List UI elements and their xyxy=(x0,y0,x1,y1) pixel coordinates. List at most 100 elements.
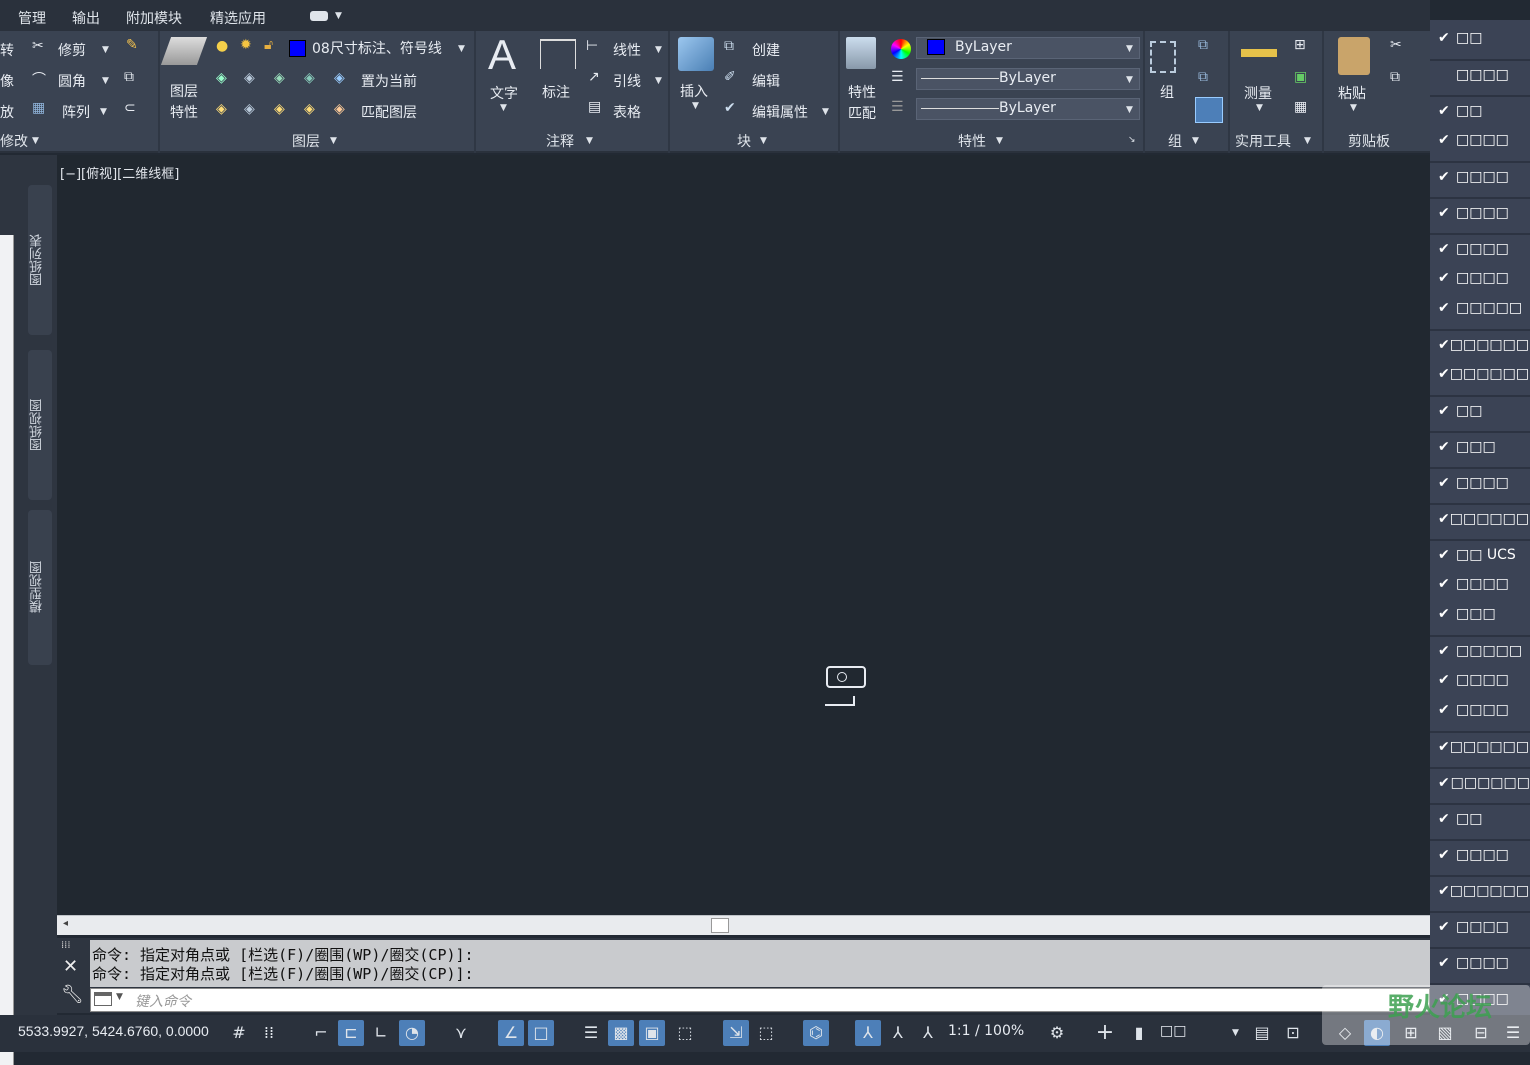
paste-button[interactable]: 粘贴 xyxy=(1338,83,1366,103)
menu-item[interactable]: ✔ □□□□ xyxy=(1430,467,1530,497)
panel-label-modify[interactable]: 修改 xyxy=(0,131,28,151)
dimension-button[interactable]: 标注 xyxy=(542,82,570,102)
scroll-left-icon[interactable]: ◂ xyxy=(63,918,68,929)
chevron-down-icon[interactable]: ▼ xyxy=(335,11,342,21)
chevron-down-icon[interactable]: ▼ xyxy=(458,44,465,54)
menu-item[interactable]: ✔□□□□□□□ xyxy=(1430,329,1530,359)
text-icon[interactable]: A xyxy=(488,31,516,79)
close-icon[interactable]: ✕ xyxy=(63,956,78,977)
paste-clipboard-icon[interactable] xyxy=(1338,37,1370,75)
match-layer-icon[interactable]: ◈ xyxy=(334,101,345,117)
gizmo-icon[interactable]: ⌬ xyxy=(803,1020,829,1046)
chevron-down-icon[interactable]: ▼ xyxy=(655,45,662,55)
menu-item[interactable]: ✔□□□□□□□ xyxy=(1430,731,1530,761)
erase-icon[interactable]: ✎ xyxy=(126,37,138,53)
edit-attribute-button[interactable]: 编辑属性 xyxy=(752,102,808,122)
panel-label-clipboard[interactable]: 剪贴板 xyxy=(1348,131,1390,151)
rotate-button[interactable]: 转 xyxy=(0,40,14,60)
chevron-down-icon[interactable]: ▼ xyxy=(330,136,337,146)
panel-label-annotation[interactable]: 注释 xyxy=(546,131,574,151)
group-button[interactable]: 组 xyxy=(1160,82,1174,102)
viewport-controls[interactable]: [−][俯视][二维线框] xyxy=(60,163,179,182)
layer-properties-icon[interactable] xyxy=(160,37,208,65)
annotation-scale-dropdown[interactable]: 1:1 / 100% xyxy=(948,1023,1024,1039)
menu-item[interactable]: ✔ □□ xyxy=(1430,95,1530,125)
menu-item[interactable]: ✔□□□□□□□ xyxy=(1430,503,1530,533)
chevron-down-icon[interactable]: ▼ xyxy=(996,136,1003,146)
color-dropdown[interactable]: ByLayer xyxy=(916,37,1140,59)
panel-label-utilities[interactable]: 实用工具 xyxy=(1235,131,1291,151)
sun-icon[interactable]: ✹ xyxy=(240,37,252,53)
chevron-down-icon[interactable]: ▼ xyxy=(760,136,767,146)
measure-button[interactable]: 测量 xyxy=(1244,83,1272,103)
panel-label-properties[interactable]: 特性 xyxy=(958,131,986,151)
chevron-down-icon[interactable]: ▼ xyxy=(1232,1028,1239,1038)
panel-label-block[interactable]: 块 xyxy=(737,131,751,151)
quick-select-icon[interactable]: ⊞ xyxy=(1294,37,1306,53)
calculator-icon[interactable]: ▦ xyxy=(1294,99,1307,115)
lineweight-dropdown[interactable]: ByLayer xyxy=(916,98,1140,120)
chevron-down-icon[interactable]: ▼ xyxy=(102,76,109,86)
match-properties-icon[interactable] xyxy=(846,37,876,69)
layer-lock-icon[interactable]: ◈ xyxy=(304,70,315,86)
menu-item[interactable]: ✔ □□□□ xyxy=(1430,569,1530,599)
ortho-icon[interactable]: ∟ xyxy=(368,1020,394,1046)
menu-item[interactable]: ✔ □□□□ xyxy=(1430,125,1530,155)
lightbulb-icon[interactable]: ● xyxy=(216,38,228,54)
chevron-down-icon[interactable]: ▼ xyxy=(1192,136,1199,146)
menu-item[interactable]: ✔□□□□□□□ xyxy=(1430,359,1530,389)
menu-item[interactable]: ✔ □□□□ xyxy=(1430,233,1530,263)
chevron-down-icon[interactable]: ▼ xyxy=(100,107,107,117)
set-current-icon[interactable]: ◈ xyxy=(334,70,345,86)
drag-handle-icon[interactable]: ⁞⁞⁞ xyxy=(61,940,71,951)
panel-label-groups[interactable]: 组 xyxy=(1168,131,1182,151)
menu-item[interactable]: ✔ □□□□ xyxy=(1430,695,1530,725)
group-icon[interactable] xyxy=(1150,41,1176,73)
text-button[interactable]: 文字 xyxy=(490,83,518,103)
panel-label-layers[interactable]: 图层 xyxy=(292,131,320,151)
tab-manage[interactable]: 管理 xyxy=(18,8,46,28)
menu-item[interactable]: ✔ □□□ xyxy=(1430,431,1530,461)
tab-featured-apps[interactable]: 精选应用 xyxy=(210,8,266,28)
annotation-visibility-icon[interactable]: ⅄ xyxy=(855,1020,881,1046)
layer-dropdown[interactable]: 08尺寸标注、符号线 xyxy=(308,37,468,59)
menu-item[interactable]: ✔ □□ xyxy=(1430,23,1530,53)
chevron-down-icon[interactable]: ▼ xyxy=(1126,44,1133,54)
object-snap-tracking-icon[interactable]: ∠ xyxy=(498,1020,524,1046)
chevron-down-icon[interactable]: ▼ xyxy=(116,992,123,1002)
layer-on-icon[interactable]: ◈ xyxy=(216,101,227,117)
unlock-icon[interactable]: 🔓︎ xyxy=(264,37,273,53)
palette-tab-sheet-views[interactable]: 图纸视图 xyxy=(28,350,52,500)
lineweight-icon[interactable]: ☰ xyxy=(891,99,904,115)
chevron-down-icon[interactable]: ▼ xyxy=(655,76,662,86)
tab-addins[interactable]: 附加模块 xyxy=(126,8,182,28)
dimension-icon[interactable] xyxy=(540,39,576,69)
linetype-dropdown[interactable]: ByLayer xyxy=(916,68,1140,90)
array-button[interactable]: 阵列 xyxy=(62,102,90,122)
drawing-canvas[interactable]: [−][俯视][二维线框] xyxy=(57,155,1430,915)
leader-button[interactable]: 引线 xyxy=(613,71,641,91)
annotation-scale-icon[interactable]: ⅄ xyxy=(915,1020,941,1046)
selection-cycling-icon[interactable]: ▣ xyxy=(639,1020,665,1046)
layer-properties-label[interactable]: 特性 xyxy=(170,102,198,122)
chevron-down-icon[interactable]: ▼ xyxy=(500,103,507,113)
menu-item[interactable]: ✔ □□□□ xyxy=(1430,197,1530,227)
layer-properties-label[interactable]: 图层 xyxy=(170,81,198,101)
chevron-down-icon[interactable]: ▼ xyxy=(32,136,39,146)
3d-osnap-icon[interactable]: ⬚ xyxy=(672,1020,698,1046)
fillet-button[interactable]: 圆角 xyxy=(58,71,86,91)
layer-isolate-icon[interactable]: ◈ xyxy=(244,70,255,86)
menu-item[interactable]: ✔ □□□□ xyxy=(1430,911,1530,941)
palette-scrollbar[interactable] xyxy=(0,235,14,1065)
auto-scale-icon[interactable]: ⅄ xyxy=(885,1020,911,1046)
table-button[interactable]: 表格 xyxy=(613,102,641,122)
menu-item[interactable]: ✔ □□ xyxy=(1430,395,1530,425)
wrench-icon[interactable]: 🔧︎ xyxy=(61,984,84,1005)
menu-item[interactable]: ✔ □□□□ xyxy=(1430,947,1530,977)
gear-icon[interactable]: ⚙ xyxy=(1044,1020,1070,1046)
menu-item[interactable]: □□□□ xyxy=(1430,59,1530,89)
chevron-down-icon[interactable]: ▼ xyxy=(692,101,699,111)
plus-icon[interactable]: + xyxy=(1092,1020,1118,1046)
command-history-icon[interactable] xyxy=(94,992,112,1006)
palette-tab-model-views[interactable]: 模型视图 xyxy=(28,510,52,665)
